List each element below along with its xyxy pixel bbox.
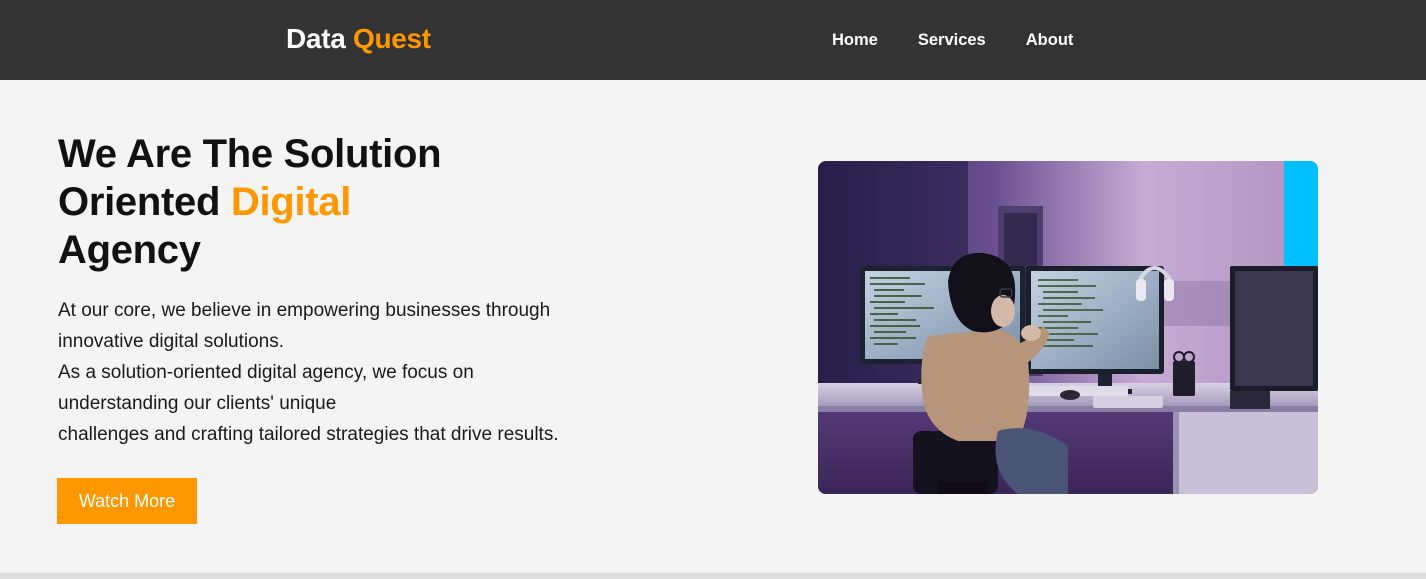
watch-more-button[interactable]: Watch More <box>57 478 197 524</box>
nav-home-link[interactable]: Home <box>832 30 878 50</box>
developer-at-desk-illustration <box>818 161 1318 494</box>
nav-links: Home Services About <box>832 30 1073 50</box>
hero-title-accent: Digital <box>230 180 352 224</box>
page-divider <box>0 573 1426 579</box>
hero-title-line1: We Are The Solution <box>58 132 442 176</box>
hero-description-line: At our core, we believe in empowering bu… <box>58 300 551 321</box>
brand-name-accent: Quest <box>352 23 431 54</box>
hero-title-line3: Agency <box>58 228 201 272</box>
brand-name: Data <box>286 23 346 54</box>
hero-description-line: understanding our clients' unique <box>58 393 337 414</box>
hero-title-line2: Oriented <box>58 180 231 224</box>
nav-services-link[interactable]: Services <box>918 30 986 50</box>
hero-description-line: challenges and crafting tailored strateg… <box>58 424 559 445</box>
hero-description-line: innovative digital solutions. <box>58 331 285 352</box>
nav-about-link[interactable]: About <box>1026 30 1074 50</box>
navbar: Data Quest Home Services About <box>0 0 1426 80</box>
hero-title: We Are The Solution Oriented Digital Age… <box>58 130 578 274</box>
hero-description: At our core, we believe in empowering bu… <box>58 295 658 450</box>
hero-image <box>818 161 1318 494</box>
brand-logo[interactable]: Data Quest <box>286 22 431 56</box>
hero-description-line: As a solution-oriented digital agency, w… <box>58 362 474 383</box>
